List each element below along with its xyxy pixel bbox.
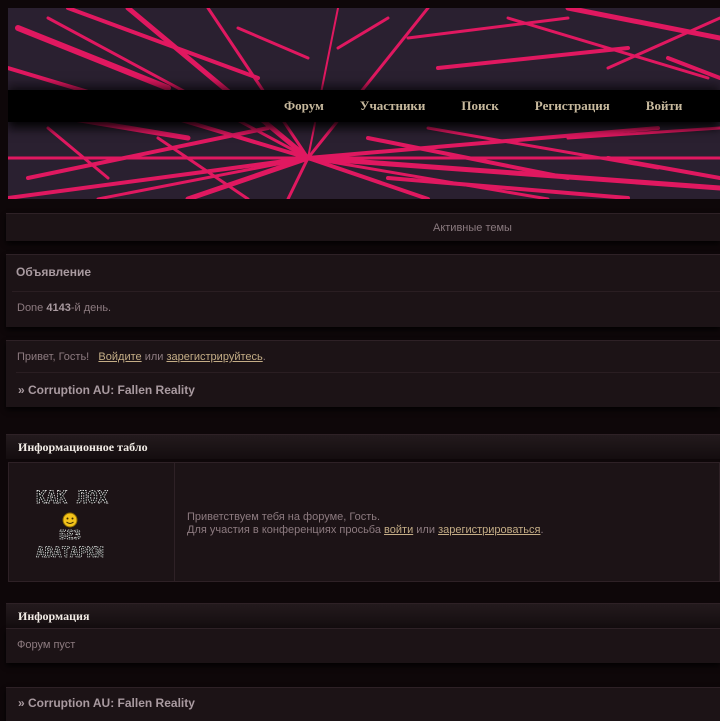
announcement-prefix: Done bbox=[17, 302, 47, 314]
active-topics-bar: Активные темы bbox=[6, 213, 720, 241]
nav-search[interactable]: Поиск bbox=[461, 98, 498, 114]
divider bbox=[12, 291, 720, 292]
svg-text:БЕЗ: БЕЗ bbox=[59, 528, 81, 542]
announcement-text: Done 4143-й день. bbox=[17, 302, 111, 314]
welcome-message: Приветствуем тебя на форуме, Гость. Для … bbox=[187, 511, 544, 537]
board-login-link[interactable]: войти bbox=[384, 524, 413, 536]
svg-text:АВАТАРКИ: АВАТАРКИ bbox=[36, 545, 103, 561]
info-board-title: Информационное табло bbox=[18, 440, 148, 454]
or-text: или bbox=[416, 524, 435, 536]
nav-login[interactable]: Войти bbox=[646, 98, 683, 114]
forum-header-banner: Форум Участники Поиск Регистрация Войти bbox=[8, 8, 720, 199]
no-avatar-image: КАК ЛОХ БЕЗ АВАТАРКИ bbox=[36, 488, 109, 562]
day-count: 4143 bbox=[46, 302, 71, 314]
footer-breadcrumb[interactable]: » Corruption AU: Fallen Reality bbox=[18, 696, 195, 710]
forum-empty-text: Форум пуст bbox=[17, 639, 76, 651]
period-text: . bbox=[540, 524, 544, 536]
login-link[interactable]: Войдите bbox=[98, 351, 141, 363]
announcement-suffix: -й день. bbox=[70, 302, 112, 314]
period-text: . bbox=[262, 351, 266, 363]
participation-text: Для участия в конференциях просьба bbox=[187, 524, 381, 536]
board-register-link[interactable]: зарегистрироваться bbox=[438, 524, 540, 536]
information-title: Информация bbox=[18, 609, 90, 623]
or-text: или bbox=[144, 351, 164, 363]
welcome-line: Привет, Гость! Войдите или зарегистрируй… bbox=[17, 351, 266, 363]
info-board-body: КАК ЛОХ БЕЗ АВАТАРКИ Приветствуем тебя н… bbox=[8, 462, 720, 582]
information-body: Форум пуст bbox=[6, 628, 720, 663]
svg-text:КАК ЛОХ: КАК ЛОХ bbox=[36, 488, 108, 508]
register-link[interactable]: зарегистрируйтесь bbox=[166, 351, 262, 363]
welcome-panel: Привет, Гость! Войдите или зарегистрируй… bbox=[6, 340, 720, 407]
footer-breadcrumb-panel: » Corruption AU: Fallen Reality bbox=[6, 687, 720, 721]
nav-register[interactable]: Регистрация bbox=[535, 98, 610, 114]
info-board-header: Информационное табло bbox=[6, 434, 720, 459]
announcement-title: Объявление bbox=[16, 265, 91, 279]
divider bbox=[16, 372, 720, 373]
main-nav: Форум Участники Поиск Регистрация Войти bbox=[266, 90, 700, 122]
avatar-cell: КАК ЛОХ БЕЗ АВАТАРКИ bbox=[9, 463, 175, 581]
nav-members[interactable]: Участники bbox=[360, 98, 426, 114]
welcome-message-line2: Для участия в конференциях просьба войти… bbox=[187, 524, 544, 537]
greeting-text: Привет, Гость! bbox=[17, 351, 90, 363]
active-topics-link[interactable]: Активные темы bbox=[433, 222, 512, 234]
information-header: Информация bbox=[6, 603, 720, 628]
breadcrumb[interactable]: » Corruption AU: Fallen Reality bbox=[18, 383, 195, 397]
announcement-panel: Объявление Done 4143-й день. bbox=[6, 254, 720, 327]
welcome-message-line1: Приветствуем тебя на форуме, Гость. bbox=[187, 511, 381, 523]
nav-forum[interactable]: Форум bbox=[284, 98, 324, 114]
smiley-icon bbox=[62, 512, 78, 528]
